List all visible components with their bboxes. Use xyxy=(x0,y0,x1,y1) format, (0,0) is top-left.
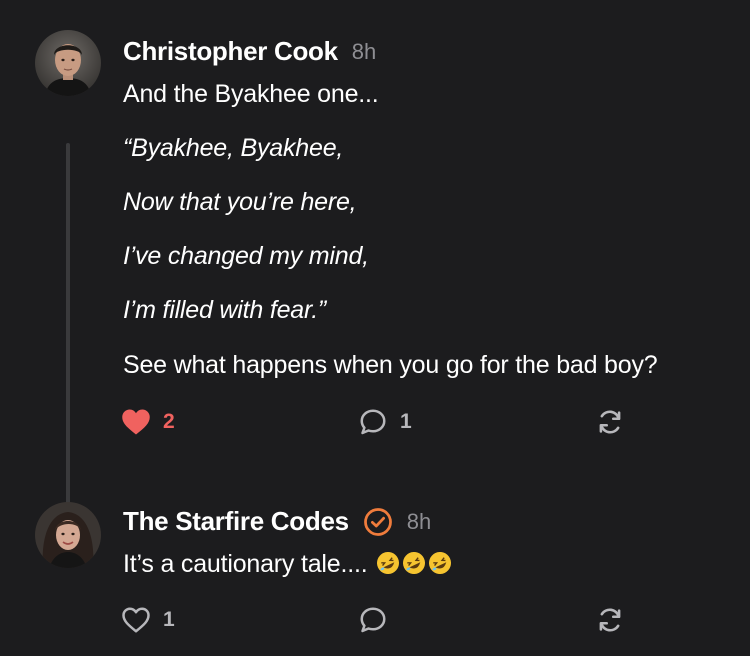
avatar[interactable] xyxy=(35,30,101,96)
post-text-line: Now that you’re here, xyxy=(123,188,357,216)
post-text-line: I’m filled with fear.” xyxy=(123,296,327,324)
post-header: Christopher Cook 8h xyxy=(123,36,376,67)
like-count: 1 xyxy=(163,608,175,631)
post-text-line: I’ve changed my mind, xyxy=(123,242,369,270)
post-text-line: And the Byakhee one... xyxy=(123,80,379,108)
repost-button[interactable] xyxy=(596,604,624,636)
reply-button[interactable]: 1 xyxy=(358,406,412,438)
reply-button[interactable] xyxy=(358,604,400,636)
avatar[interactable] xyxy=(35,502,101,568)
post-timestamp: 8h xyxy=(351,38,377,64)
post-header: The Starfire Codes 8h xyxy=(123,506,431,537)
heart-outline-icon xyxy=(122,607,150,633)
rolling-on-floor-laughing-emoji-icon xyxy=(377,552,400,574)
repost-icon xyxy=(599,410,621,434)
comment-bubble-icon xyxy=(360,409,386,435)
post-text: It’s a cautionary tale.... xyxy=(123,550,368,578)
rolling-on-floor-laughing-emoji-icon xyxy=(429,552,452,574)
author-name[interactable]: Christopher Cook xyxy=(123,36,338,67)
post-text-line: It’s a cautionary tale.... xyxy=(123,550,452,579)
like-button[interactable]: 1 xyxy=(121,604,175,636)
thread-connector-line xyxy=(66,143,70,517)
reply-count: 1 xyxy=(400,410,412,433)
thread-feed: Christopher Cook 8h And the Byakhee one.… xyxy=(0,0,750,656)
author-name[interactable]: The Starfire Codes xyxy=(123,506,349,537)
post-text-line: See what happens when you go for the bad… xyxy=(123,351,658,379)
repost-icon xyxy=(599,608,621,632)
comment-bubble-icon xyxy=(360,607,386,633)
rolling-on-floor-laughing-emoji-icon xyxy=(403,552,426,574)
post-text-line: “Byakhee, Byakhee, xyxy=(123,134,344,162)
like-count: 2 xyxy=(163,410,175,433)
post-timestamp: 8h xyxy=(406,508,432,534)
verified-badge-icon xyxy=(363,507,392,536)
heart-filled-icon xyxy=(122,409,150,435)
like-button[interactable]: 2 xyxy=(121,406,175,438)
repost-button[interactable] xyxy=(596,406,624,438)
